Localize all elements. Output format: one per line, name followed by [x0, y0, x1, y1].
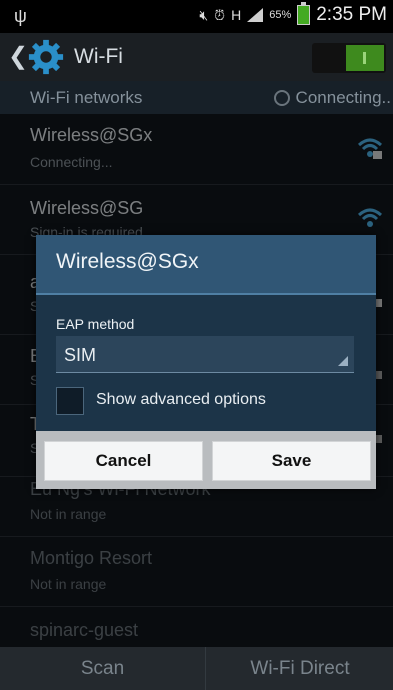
dialog-button-bar: Cancel Save: [36, 431, 376, 489]
dialog-header: Wireless@SGx: [36, 235, 376, 295]
status-bar: ψ 🔇︎ ⏰︎ H 65% 2:35 PM: [0, 0, 393, 33]
show-advanced-checkbox[interactable]: [56, 387, 84, 415]
cancel-button[interactable]: Cancel: [44, 441, 203, 481]
save-button[interactable]: Save: [212, 441, 371, 481]
clock: 2:35 PM: [316, 4, 387, 25]
section-label: Wi-Fi networks: [30, 88, 143, 107]
battery-icon: [297, 2, 311, 25]
signal-icon: [247, 8, 264, 22]
back-icon[interactable]: ❮: [8, 42, 28, 71]
dropdown-corner-icon: [338, 356, 348, 366]
eap-method-label: EAP method: [56, 316, 135, 332]
action-bar: ❮ Wi-Fi: [0, 33, 393, 81]
network-dialog: Wireless@SGx EAP method SIM Show advance…: [36, 235, 376, 489]
show-advanced-label[interactable]: Show advanced options: [96, 391, 266, 409]
bottom-action-bar: Scan Wi-Fi Direct: [0, 647, 393, 690]
status-icons: 🔇︎ ⏰︎ H 65% 2:35 PM: [199, 2, 387, 26]
eap-method-select[interactable]: SIM: [56, 336, 354, 373]
dialog-body: EAP method SIM Show advanced options: [36, 295, 376, 431]
dialog-title: Wireless@SGx: [56, 250, 199, 273]
mute-icon: 🔇︎: [199, 6, 209, 23]
usb-icon: ψ: [14, 6, 27, 26]
networks-section-header: Wi-Fi networks Connecting..: [0, 81, 393, 114]
connection-status-text: Connecting..: [295, 88, 391, 107]
page-title: Wi-Fi: [74, 45, 123, 68]
data-type-icon: H: [231, 7, 242, 23]
wifi-direct-button[interactable]: Wi-Fi Direct: [205, 647, 393, 690]
wifi-toggle[interactable]: [312, 43, 386, 73]
connection-status: Connecting..: [273, 88, 391, 108]
battery-percent: 65%: [269, 9, 292, 21]
eap-method-value: SIM: [64, 345, 97, 365]
spinner-icon: [273, 90, 290, 106]
wifi-toggle-thumb: [346, 45, 384, 71]
settings-gear-icon[interactable]: [27, 38, 65, 76]
scan-button[interactable]: Scan: [0, 647, 205, 690]
alarm-icon: ⏰︎: [214, 6, 226, 23]
